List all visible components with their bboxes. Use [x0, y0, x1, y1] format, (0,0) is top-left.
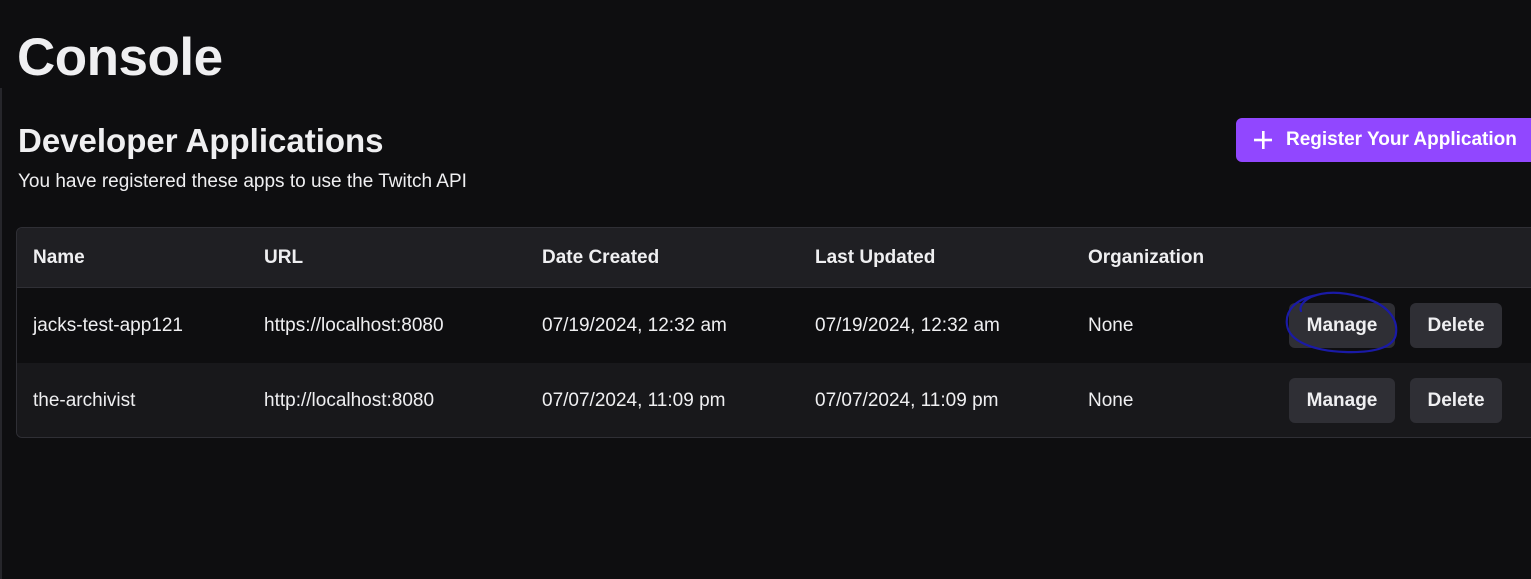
app-date-created: 07/07/2024, 11:09 pm	[542, 389, 726, 411]
console-page: Console Developer Applications You have …	[0, 0, 1531, 579]
table-row: jacks-test-app121 https://localhost:8080…	[17, 288, 1531, 363]
manage-button[interactable]: Manage	[1289, 303, 1395, 348]
left-edge-divider	[0, 88, 2, 579]
app-name: the-archivist	[33, 389, 136, 411]
app-url: http://localhost:8080	[264, 389, 435, 411]
register-button-label: Register Your Application	[1286, 129, 1517, 150]
table-row: the-archivist http://localhost:8080 07/0…	[17, 363, 1531, 437]
column-header-url[interactable]: URL	[264, 228, 303, 287]
app-organization: None	[1088, 389, 1134, 411]
app-name: jacks-test-app121	[33, 314, 183, 336]
applications-table: Name URL Date Created Last Updated Organ…	[16, 227, 1531, 438]
register-application-button[interactable]: Register Your Application	[1236, 118, 1531, 162]
column-header-date-created[interactable]: Date Created	[542, 228, 659, 287]
plus-icon	[1252, 129, 1274, 151]
section-subtitle: You have registered these apps to use th…	[18, 171, 467, 192]
manage-button[interactable]: Manage	[1289, 378, 1395, 423]
column-header-name[interactable]: Name	[33, 228, 85, 287]
app-last-updated: 07/07/2024, 11:09 pm	[815, 389, 999, 411]
table-header-row: Name URL Date Created Last Updated Organ…	[17, 228, 1531, 288]
column-header-organization[interactable]: Organization	[1088, 228, 1204, 287]
section-title: Developer Applications	[18, 122, 384, 159]
app-organization: None	[1088, 314, 1134, 336]
app-date-created: 07/19/2024, 12:32 am	[542, 314, 727, 336]
app-url: https://localhost:8080	[264, 314, 444, 336]
app-last-updated: 07/19/2024, 12:32 am	[815, 314, 1000, 336]
delete-button[interactable]: Delete	[1410, 303, 1502, 348]
page-title: Console	[17, 28, 223, 87]
delete-button[interactable]: Delete	[1410, 378, 1502, 423]
column-header-last-updated[interactable]: Last Updated	[815, 228, 935, 287]
